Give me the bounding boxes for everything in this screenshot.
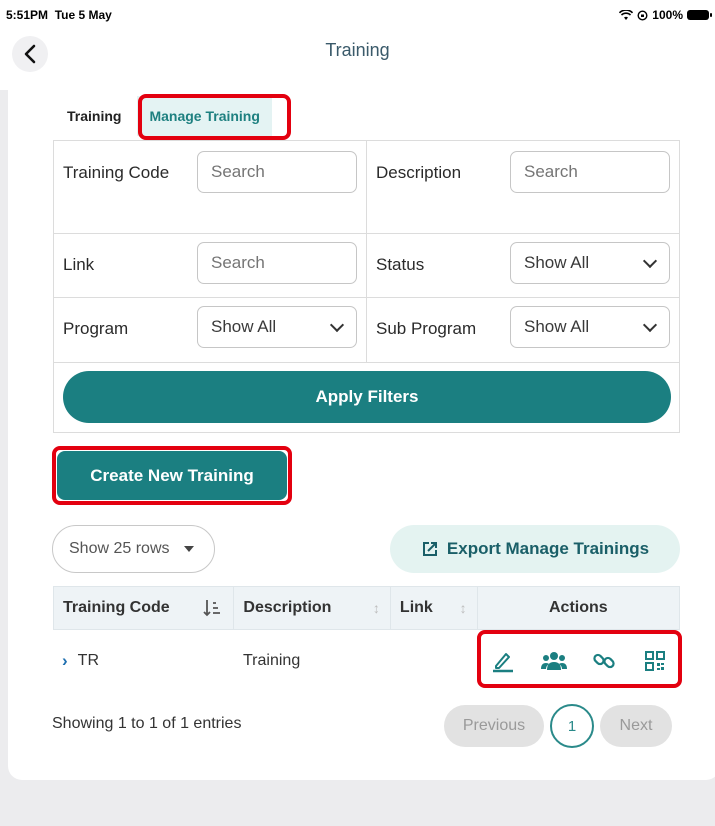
link-label: Link <box>63 255 95 274</box>
pagination-info: Showing 1 to 1 of 1 entries <box>52 715 242 732</box>
column-description-label: Description <box>243 599 332 616</box>
back-button[interactable] <box>12 36 48 72</box>
apply-filters-button[interactable]: Apply Filters <box>63 371 671 423</box>
create-new-training-button[interactable]: Create New Training <box>57 451 287 500</box>
chevron-left-icon <box>24 44 36 64</box>
rows-per-page-value: Show 25 rows <box>69 540 170 557</box>
page-title: Training <box>325 39 390 60</box>
column-actions-label: Actions <box>548 599 608 616</box>
users-icon[interactable] <box>540 648 567 674</box>
wifi-icon <box>619 9 634 20</box>
rows-per-page-select[interactable]: Show 25 rows <box>52 525 215 573</box>
column-actions: Actions <box>478 587 679 629</box>
status-right: 100% <box>619 8 712 22</box>
edit-icon[interactable] <box>490 648 516 674</box>
description-label: Description <box>376 163 462 182</box>
filter-divider <box>366 141 367 362</box>
training-code-value: TR <box>77 652 99 669</box>
column-link[interactable]: Link ↕ <box>391 587 478 629</box>
navigation-bar: Training <box>0 30 715 72</box>
sort-icon: ↕ <box>459 600 467 616</box>
description-value: Training <box>243 652 301 669</box>
status-select-value: Show All <box>524 253 590 272</box>
export-manage-trainings-button[interactable]: Export Manage Trainings <box>390 525 680 573</box>
sub-program-select-value: Show All <box>524 317 590 336</box>
chevron-down-icon <box>329 317 345 332</box>
status-select[interactable]: Show All <box>510 242 670 284</box>
filter-panel: Training Code Description Link Status Sh… <box>53 140 680 433</box>
description-search-input[interactable] <box>510 151 670 193</box>
program-select-value: Show All <box>211 317 277 336</box>
table-row: › TR Training <box>53 630 680 692</box>
tab-training[interactable]: Training <box>55 96 133 136</box>
cell-link <box>391 630 478 692</box>
link-icon[interactable] <box>591 648 617 674</box>
page-1-button[interactable]: 1 <box>550 704 594 748</box>
column-training-code[interactable]: Training Code <box>54 587 235 629</box>
table-header: Training Code Description ↕ Link ↕ Actio… <box>53 586 680 630</box>
link-search-input[interactable] <box>197 242 357 284</box>
sort-icon: ↕ <box>372 600 380 616</box>
training-code-search-input[interactable] <box>197 151 357 193</box>
tab-manage-training[interactable]: Manage Training <box>137 96 272 136</box>
column-description[interactable]: Description ↕ <box>234 587 391 629</box>
training-code-label: Training Code <box>63 163 170 182</box>
cell-actions <box>478 630 680 692</box>
chevron-down-icon <box>642 317 658 332</box>
status-time-date: 5:51PM Tue 5 May <box>6 8 112 22</box>
tab-bar: Training Manage Training <box>55 96 272 136</box>
next-page-button[interactable]: Next <box>600 705 672 747</box>
orientation-lock-icon <box>637 9 648 21</box>
trainings-table: Training Code Description ↕ Link ↕ Actio… <box>53 586 680 692</box>
cell-description: Training <box>234 630 391 692</box>
previous-page-button[interactable]: Previous <box>444 705 544 747</box>
battery-icon <box>687 10 712 20</box>
caret-down-icon <box>183 546 194 552</box>
column-link-label: Link <box>399 599 433 616</box>
expand-row-chevron-icon[interactable]: › <box>62 651 68 671</box>
status-label: Status <box>376 255 425 274</box>
column-training-code-label: Training Code <box>63 599 170 616</box>
sub-program-select[interactable]: Show All <box>510 306 670 348</box>
battery-percent: 100% <box>652 8 683 22</box>
program-select[interactable]: Show All <box>197 306 357 348</box>
cell-training-code: › TR <box>53 630 234 692</box>
export-icon <box>422 542 437 556</box>
pagination: Previous 1 Next <box>444 704 672 748</box>
sort-ascending-icon <box>203 600 221 617</box>
status-date: Tue 5 May <box>54 8 112 22</box>
program-label: Program <box>63 319 129 338</box>
chevron-down-icon <box>642 253 658 268</box>
filter-divider <box>54 362 679 363</box>
sub-program-label: Sub Program <box>376 319 477 338</box>
qr-code-icon[interactable] <box>642 648 668 674</box>
status-bar: 5:51PM Tue 5 May 100% <box>0 0 715 30</box>
export-label: Export Manage Trainings <box>446 539 650 558</box>
status-time: 5:51PM <box>6 8 49 22</box>
